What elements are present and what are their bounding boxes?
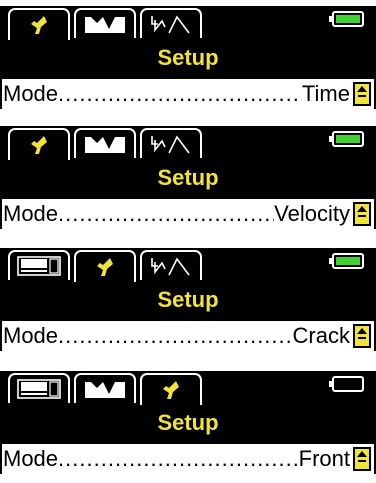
tab-strip — [2, 373, 212, 405]
sweep-icon — [149, 133, 193, 155]
tab-strip — [2, 128, 212, 160]
display-icon — [16, 378, 62, 400]
mode-value: Velocity — [274, 201, 350, 226]
battery-indicator — [329, 131, 364, 147]
wrench-icon — [157, 379, 185, 401]
battery-indicator — [329, 253, 364, 269]
mode-adjust-button[interactable] — [353, 324, 371, 348]
tab-waveform[interactable] — [74, 128, 136, 158]
tab-strip — [2, 8, 212, 40]
battery-level-fill — [336, 257, 360, 265]
mode-value: Crack — [292, 323, 350, 348]
battery-indicator — [329, 11, 364, 27]
battery-level-fill — [336, 15, 360, 23]
mode-adjust-button[interactable] — [353, 202, 371, 226]
dot-leader — [58, 201, 274, 227]
tab-sweep[interactable] — [140, 128, 202, 158]
sweep-icon — [149, 255, 193, 277]
battery-indicator — [329, 376, 364, 392]
screen-title: Setup — [157, 165, 219, 190]
tab-setup[interactable] — [74, 250, 136, 282]
screens-container: Setup Mode Time — [0, 0, 376, 483]
waveform-icon — [83, 13, 127, 35]
dot-leader — [58, 323, 293, 349]
tab-sweep[interactable] — [140, 8, 202, 38]
screen-title: Setup — [157, 45, 219, 70]
setup-screen-velocity: Setup Mode Velocity — [0, 126, 376, 229]
mode-label: Mode — [3, 201, 59, 226]
tab-setup[interactable] — [140, 373, 202, 405]
tab-strip — [2, 250, 212, 282]
tab-setup[interactable] — [8, 8, 70, 40]
mode-adjust-button[interactable] — [353, 82, 371, 106]
sweep-icon — [149, 13, 193, 35]
tab-sweep[interactable] — [140, 250, 202, 280]
mode-value: Time — [301, 81, 350, 106]
mode-row[interactable]: Mode Crack — [2, 321, 374, 351]
wrench-icon — [25, 134, 53, 156]
dot-leader — [58, 446, 299, 472]
tab-waveform[interactable] — [74, 373, 136, 403]
display-icon — [16, 255, 62, 277]
mode-row[interactable]: Mode Front — [2, 444, 374, 474]
screen-title: Setup — [157, 287, 219, 312]
tab-setup[interactable] — [8, 128, 70, 160]
up-arrow-icon — [356, 204, 368, 225]
setup-screen-time: Setup Mode Time — [0, 6, 376, 109]
waveform-icon — [83, 133, 127, 155]
tab-waveform[interactable] — [74, 8, 136, 38]
tab-display[interactable] — [8, 373, 70, 403]
mode-value: Front — [298, 446, 350, 471]
mode-row[interactable]: Mode Time — [2, 79, 374, 109]
up-arrow-icon — [356, 449, 368, 470]
up-arrow-icon — [356, 326, 368, 347]
battery-level-fill — [336, 135, 360, 143]
mode-adjust-button[interactable] — [353, 447, 371, 471]
tab-display[interactable] — [8, 250, 70, 280]
dot-leader — [58, 81, 302, 107]
wrench-icon — [25, 14, 53, 36]
waveform-icon — [83, 378, 127, 400]
mode-label: Mode — [3, 81, 59, 106]
screen-title: Setup — [157, 410, 219, 435]
mode-label: Mode — [3, 323, 59, 348]
wrench-icon — [91, 256, 119, 278]
setup-screen-crack: Setup Mode Crack — [0, 248, 376, 351]
up-arrow-icon — [356, 84, 368, 105]
mode-row[interactable]: Mode Velocity — [2, 199, 374, 229]
setup-screen-front: Setup Mode Front — [0, 371, 376, 474]
mode-label: Mode — [3, 446, 59, 471]
